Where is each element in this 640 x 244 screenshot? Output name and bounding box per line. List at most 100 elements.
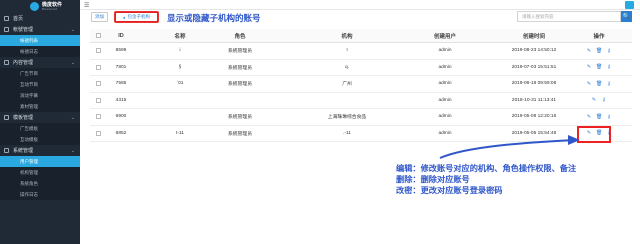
delete-icon[interactable]: 🗑	[596, 81, 602, 87]
table-row: 6900 系統管理员 上海珠琳综合食品 admin 2019-05-08 12:20:1…	[90, 109, 632, 126]
cell-id: 6852	[115, 130, 127, 136]
table-row: 4315 admin 2018-10-31 11:13:41 ✎ ⚷	[90, 93, 632, 109]
password-icon[interactable]: ⚷	[606, 81, 612, 87]
cell-name: `01	[176, 81, 184, 87]
row-actions: ✎ 🗑 ⚷	[580, 76, 618, 92]
annotation-edit: 编辑：修改账号对应的机构、角色操作权限、备注	[396, 164, 577, 173]
cell-id: 6900	[115, 114, 127, 120]
nav-group-icon	[4, 115, 9, 120]
sidebar-item-8[interactable]: 素材管理	[0, 101, 80, 112]
edit-icon[interactable]: ✎	[586, 81, 592, 87]
row-checkbox[interactable]	[93, 76, 103, 92]
row-actions: ✎ ⚷	[580, 93, 618, 109]
top-bar: ☰	[80, 0, 640, 10]
sidebar-group-label: 內容管理	[13, 60, 34, 66]
password-icon[interactable]: ⚷	[606, 48, 612, 54]
cell-name	[150, 109, 210, 125]
sidebar-item-11[interactable]: 互动模板	[0, 134, 80, 145]
logo-subtext: Blueworld	[42, 6, 57, 11]
edit-icon[interactable]: ✎	[586, 48, 592, 54]
sidebar-item-7[interactable]: 滚动字幕	[0, 90, 80, 101]
cell-name: i	[179, 48, 181, 54]
table-row: 8599 i 系統管理员 Iadmin 2019-08-23 14:50:12 ✎ 🗑 ⚷	[90, 43, 632, 60]
cell-id: 7801	[115, 64, 127, 70]
cell-name: t-11	[176, 130, 184, 136]
row-checkbox[interactable]	[93, 93, 103, 109]
table-row: 6852 t-11 系統管理员 .-11 admin 2019-05-05 15:54:4…	[90, 126, 632, 142]
cell-creator: admin	[438, 130, 452, 136]
row-checkbox[interactable]	[93, 43, 103, 59]
cell-org: I	[346, 48, 348, 54]
nav-group-icon	[4, 27, 9, 32]
cell-creator: admin	[438, 97, 452, 103]
nav-group-icon	[4, 148, 9, 153]
sidebar-item-6[interactable]: 互动节目	[0, 79, 80, 90]
cell-creator: admin	[438, 114, 452, 120]
logo: 微度软件 Blueworld	[0, 0, 80, 13]
cell-role: 系統管理员	[228, 82, 252, 88]
table-header: ID 名称 角色 机构 创建用户 创建时间 操作	[90, 29, 632, 43]
nav-group-icon	[4, 60, 9, 65]
edit-icon[interactable]: ✎	[586, 64, 592, 70]
select-all-checkbox[interactable]	[93, 29, 103, 42]
delete-icon[interactable]: 🗑	[596, 114, 602, 120]
row-checkbox[interactable]	[93, 109, 103, 125]
row-actions: ✎ 🗑 ⚷	[580, 60, 618, 76]
col-name-header: 名称	[174, 33, 186, 40]
search-input[interactable]: 请输入搜索内容	[517, 11, 621, 22]
cell-id: 7585	[115, 81, 127, 87]
account-table: ID 名称 角色 机构 创建用户 创建时间 操作 8599 i 系統管理员 Iadmi…	[90, 29, 632, 142]
cell-id: 8599	[115, 48, 127, 54]
user-avatar[interactable]	[625, 1, 634, 9]
sidebar-item-15[interactable]: 系統角色	[0, 178, 80, 189]
cell-creator: admin	[438, 48, 452, 54]
include-sub-org-toggle[interactable]: ● 包含子机构	[115, 12, 158, 22]
toggle-hint-annotation: 显示或隐藏子机构的账号	[167, 13, 261, 23]
sidebar-item-5[interactable]: 广告节目	[0, 68, 80, 79]
delete-icon[interactable]: 🗑	[596, 64, 602, 70]
sidebar-group-9[interactable]: 模板管理 ⌄	[0, 112, 80, 123]
sidebar-group-0[interactable]: 首页	[0, 13, 80, 24]
sidebar-item-14[interactable]: 机构管理	[0, 167, 80, 178]
chevron-down-icon: ⌄	[70, 148, 75, 154]
sidebar-group-4[interactable]: 內容管理 ⌄	[0, 57, 80, 68]
cell-time: 2019-06-19 09:59:06	[511, 81, 557, 87]
sidebar-item-10[interactable]: 广告模板	[0, 123, 80, 134]
sidebar-item-13[interactable]: 用户管理	[0, 156, 80, 167]
sidebar-group-1[interactable]: 帐號管理 ⌄	[0, 24, 80, 35]
row-checkbox[interactable]	[93, 60, 103, 76]
row-checkbox[interactable]	[93, 126, 103, 142]
sidebar-item-3[interactable]: 帐號日志	[0, 46, 80, 57]
password-icon[interactable]: ⚷	[606, 64, 612, 70]
cell-name: §	[178, 64, 182, 70]
sidebar-item-2[interactable]: 帐號列表	[0, 35, 80, 46]
chevron-down-icon: ⌄	[70, 27, 75, 33]
delete-icon[interactable]: 🗑	[596, 48, 602, 54]
search-icon[interactable]: 🔍	[621, 11, 632, 22]
edit-icon[interactable]: ✎	[591, 97, 597, 103]
col-role-header: 角色	[234, 33, 246, 40]
cell-org: 上海珠琳综合食品	[327, 115, 367, 121]
sidebar-group-12[interactable]: 系統管理 ⌄	[0, 145, 80, 156]
chevron-down-icon: ⌄	[70, 115, 75, 121]
col-org-header: 机构	[341, 33, 353, 40]
cell-org: q.	[344, 64, 349, 70]
table-row: 7801 § 系統管理员 q. admin 2019-07-03 15:51:51 ✎ 🗑 ⚷	[90, 60, 632, 76]
col-time-header: 创建时间	[522, 33, 545, 40]
sidebar-group-label: 模板管理	[13, 115, 34, 121]
add-button[interactable]: 添加	[91, 12, 108, 22]
sidebar-item-16[interactable]: 操作日志	[0, 189, 80, 200]
menu-toggle-icon[interactable]: ☰	[84, 2, 89, 9]
edit-icon[interactable]: ✎	[586, 114, 592, 120]
col-ops-header: 操作	[593, 33, 605, 40]
cell-name	[150, 93, 210, 109]
ops-highlight-box	[578, 127, 610, 142]
cell-org	[312, 93, 382, 109]
cell-role: 系統管理员	[228, 49, 252, 55]
sidebar-group-label: 系統管理	[13, 148, 34, 154]
password-icon[interactable]: ⚷	[606, 114, 612, 120]
password-icon[interactable]: ⚷	[601, 97, 607, 103]
nav-group-icon	[4, 16, 9, 21]
cell-org: 广州	[342, 82, 352, 88]
cell-time: 2018-10-31 11:13:41	[511, 97, 557, 103]
